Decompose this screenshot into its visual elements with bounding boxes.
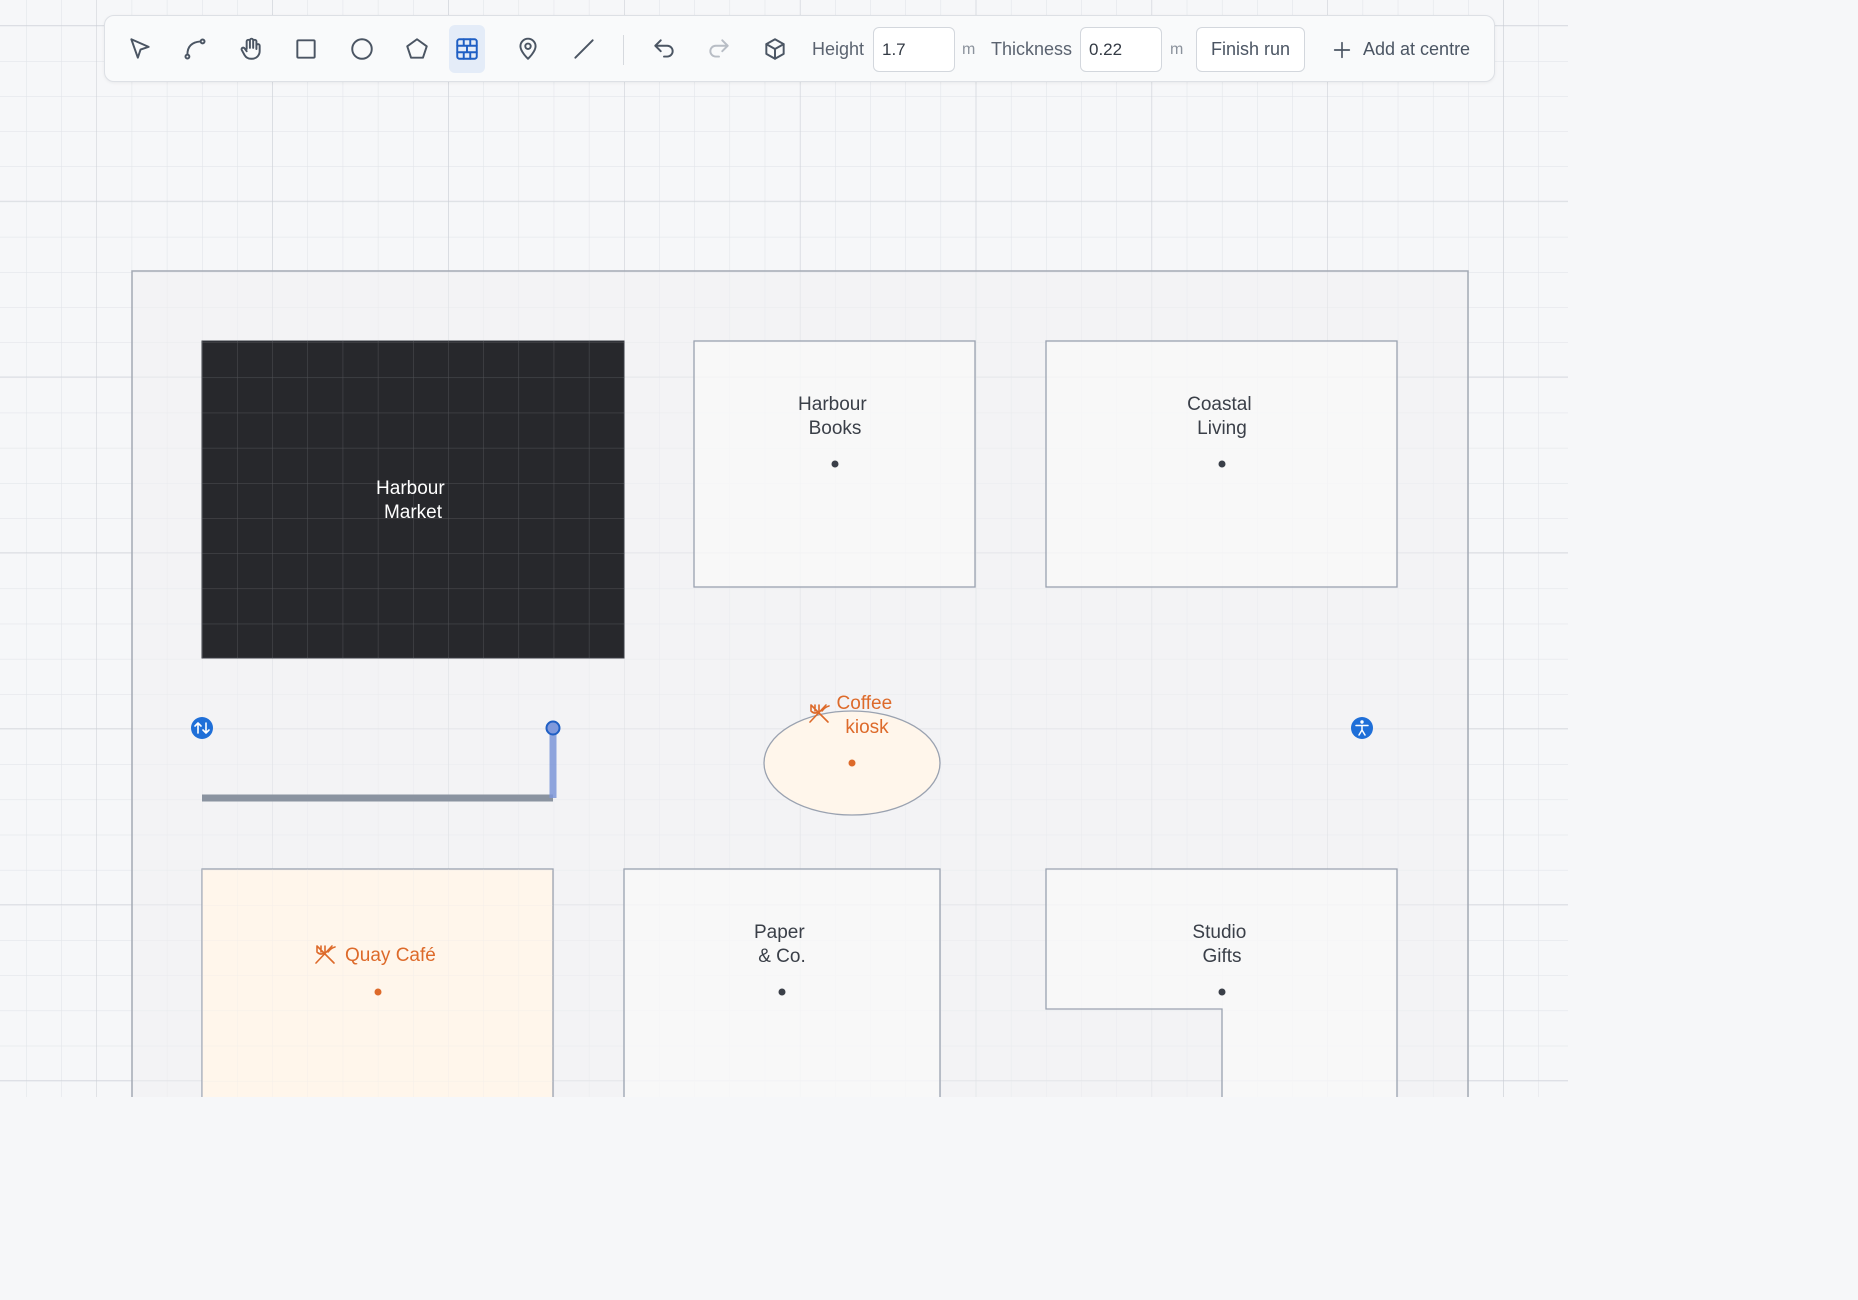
thickness-label: Thickness bbox=[991, 39, 1073, 59]
pentagon-icon bbox=[406, 38, 428, 59]
floor-plan-canvas[interactable]: Harbour Market Harbour Books Coastal Liv… bbox=[0, 0, 1568, 1097]
marker-tool-button[interactable] bbox=[509, 25, 547, 73]
accessibility-icon[interactable] bbox=[1351, 717, 1373, 739]
unit-coastal-living[interactable]: Coastal Living bbox=[1045, 340, 1398, 588]
ellipse-tool-button[interactable] bbox=[343, 25, 381, 73]
undo-icon bbox=[654, 39, 674, 58]
unit-anchor-dot[interactable] bbox=[848, 759, 856, 767]
unit-paper-and-co[interactable]: Paper & Co. bbox=[623, 868, 941, 1097]
redo-button[interactable] bbox=[700, 25, 738, 73]
diagonal-line-icon bbox=[574, 39, 594, 59]
drawing-toolbar: Height m Thickness m Finish run Add at c… bbox=[104, 15, 1495, 82]
line-tool-button[interactable] bbox=[565, 25, 603, 73]
square-icon bbox=[296, 39, 316, 59]
3d-view-button[interactable] bbox=[756, 25, 794, 73]
select-tool-button[interactable] bbox=[121, 25, 159, 73]
bezier-curve-icon bbox=[184, 38, 206, 60]
height-unit: m bbox=[962, 41, 976, 58]
map-pin-icon bbox=[519, 37, 537, 60]
pointer-icon bbox=[130, 38, 150, 59]
unit-harbour-books[interactable]: Harbour Books bbox=[693, 340, 976, 588]
pan-tool-button[interactable] bbox=[232, 25, 270, 73]
unit-harbour-market[interactable]: Harbour Market bbox=[201, 340, 625, 659]
unit-anchor-dot[interactable] bbox=[374, 988, 382, 996]
wall-tool-button[interactable] bbox=[449, 25, 485, 73]
height-label: Height bbox=[812, 39, 865, 59]
wall-endpoint-handle[interactable] bbox=[545, 720, 561, 736]
add-at-centre-button[interactable]: Add at centre bbox=[1331, 27, 1470, 72]
finish-run-button[interactable]: Finish run bbox=[1196, 27, 1305, 72]
circle-icon bbox=[351, 38, 373, 60]
polygon-tool-button[interactable] bbox=[398, 25, 436, 73]
undo-button[interactable] bbox=[645, 25, 683, 73]
unit-quay-cafe[interactable]: Quay Café bbox=[201, 868, 554, 1097]
cube-icon bbox=[765, 38, 785, 60]
unit-anchor-dot[interactable] bbox=[778, 988, 786, 996]
path-tool-button[interactable] bbox=[176, 25, 214, 73]
rectangle-tool-button[interactable] bbox=[287, 25, 325, 73]
toolbar-divider bbox=[623, 35, 624, 65]
add-at-centre-label: Add at centre bbox=[1363, 39, 1471, 59]
unit-anchor-dot[interactable] bbox=[831, 460, 839, 468]
brick-wall-icon bbox=[456, 38, 478, 60]
height-input[interactable] bbox=[873, 27, 955, 72]
unit-label: Quay Café bbox=[345, 945, 436, 966]
escalator-icon[interactable] bbox=[191, 717, 213, 739]
thickness-input[interactable] bbox=[1080, 27, 1162, 72]
plus-icon bbox=[1333, 41, 1351, 58]
thickness-unit: m bbox=[1170, 41, 1184, 58]
unit-anchor-dot[interactable] bbox=[1218, 988, 1226, 996]
unit-anchor-dot[interactable] bbox=[1218, 460, 1226, 468]
hand-icon bbox=[240, 37, 261, 60]
redo-icon bbox=[709, 39, 729, 58]
